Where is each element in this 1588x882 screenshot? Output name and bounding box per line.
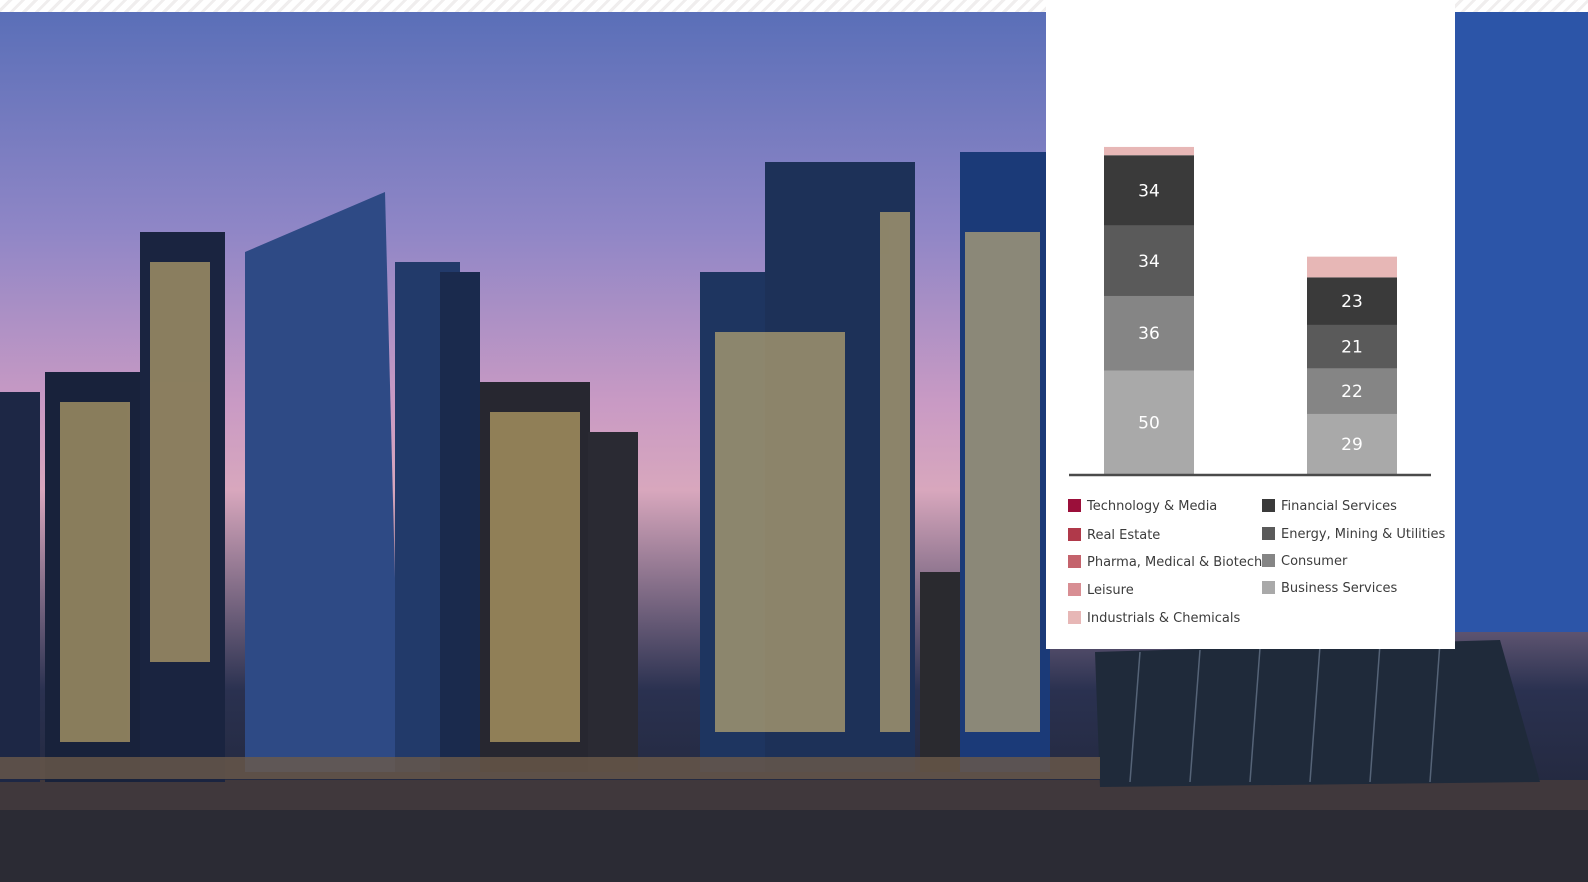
legend-label: Pharma, Medical & Biotech	[1087, 555, 1263, 570]
bars-layer: 50 36 34 34 29 22 21 23	[1104, 146, 1397, 474]
legend-label: Technology & Media	[1087, 499, 1218, 514]
legend-swatch	[1262, 527, 1275, 540]
data-label: 23	[1341, 292, 1363, 312]
data-label: 21	[1341, 338, 1363, 358]
data-label: 36	[1138, 324, 1160, 344]
legend-swatch	[1068, 611, 1081, 624]
legend-swatch	[1068, 555, 1081, 568]
legend-swatch	[1262, 554, 1275, 567]
legend-swatch	[1262, 581, 1275, 594]
legend-item-leisure: Leisure	[1068, 583, 1134, 599]
stacked-bar-chart: 50 36 34 34 29 22 21 23	[1069, 146, 1431, 477]
legend-label: Consumer	[1281, 554, 1348, 569]
bar-segment	[1307, 256, 1397, 278]
data-label: 50	[1138, 413, 1160, 433]
legend-item-business: Business Services	[1262, 581, 1397, 597]
legend-label: Energy, Mining & Utilities	[1281, 527, 1446, 542]
legend-swatch	[1068, 528, 1081, 541]
legend-label: Business Services	[1281, 581, 1398, 596]
data-label: 29	[1341, 435, 1363, 455]
legend-item-financial: Financial Services	[1262, 499, 1397, 515]
legend-label: Industrials & Chemicals	[1087, 611, 1241, 626]
legend-item-energy: Energy, Mining & Utilities	[1262, 527, 1445, 543]
legend-item-real-estate: Real Estate	[1068, 528, 1160, 544]
legend-swatch	[1262, 499, 1275, 512]
legend-item-technology-media: Technology & Media	[1068, 499, 1217, 515]
legend-label: Leisure	[1087, 583, 1134, 598]
legend-swatch	[1068, 499, 1081, 512]
legend-item-industrials: Industrials & Chemicals	[1068, 611, 1240, 627]
data-label: 34	[1138, 252, 1160, 272]
legend-swatch	[1068, 583, 1081, 596]
chart-card: 50 36 34 34 29 22 21 23 Technology & Media Real…	[1046, 0, 1455, 649]
bar-segment	[1104, 146, 1194, 156]
legend-label: Financial Services	[1281, 499, 1397, 514]
legend-item-pharma: Pharma, Medical & Biotech	[1068, 555, 1262, 571]
data-label: 22	[1341, 382, 1363, 402]
legend-item-consumer: Consumer	[1262, 554, 1347, 570]
legend-label: Real Estate	[1087, 528, 1161, 543]
data-label: 34	[1138, 181, 1160, 201]
